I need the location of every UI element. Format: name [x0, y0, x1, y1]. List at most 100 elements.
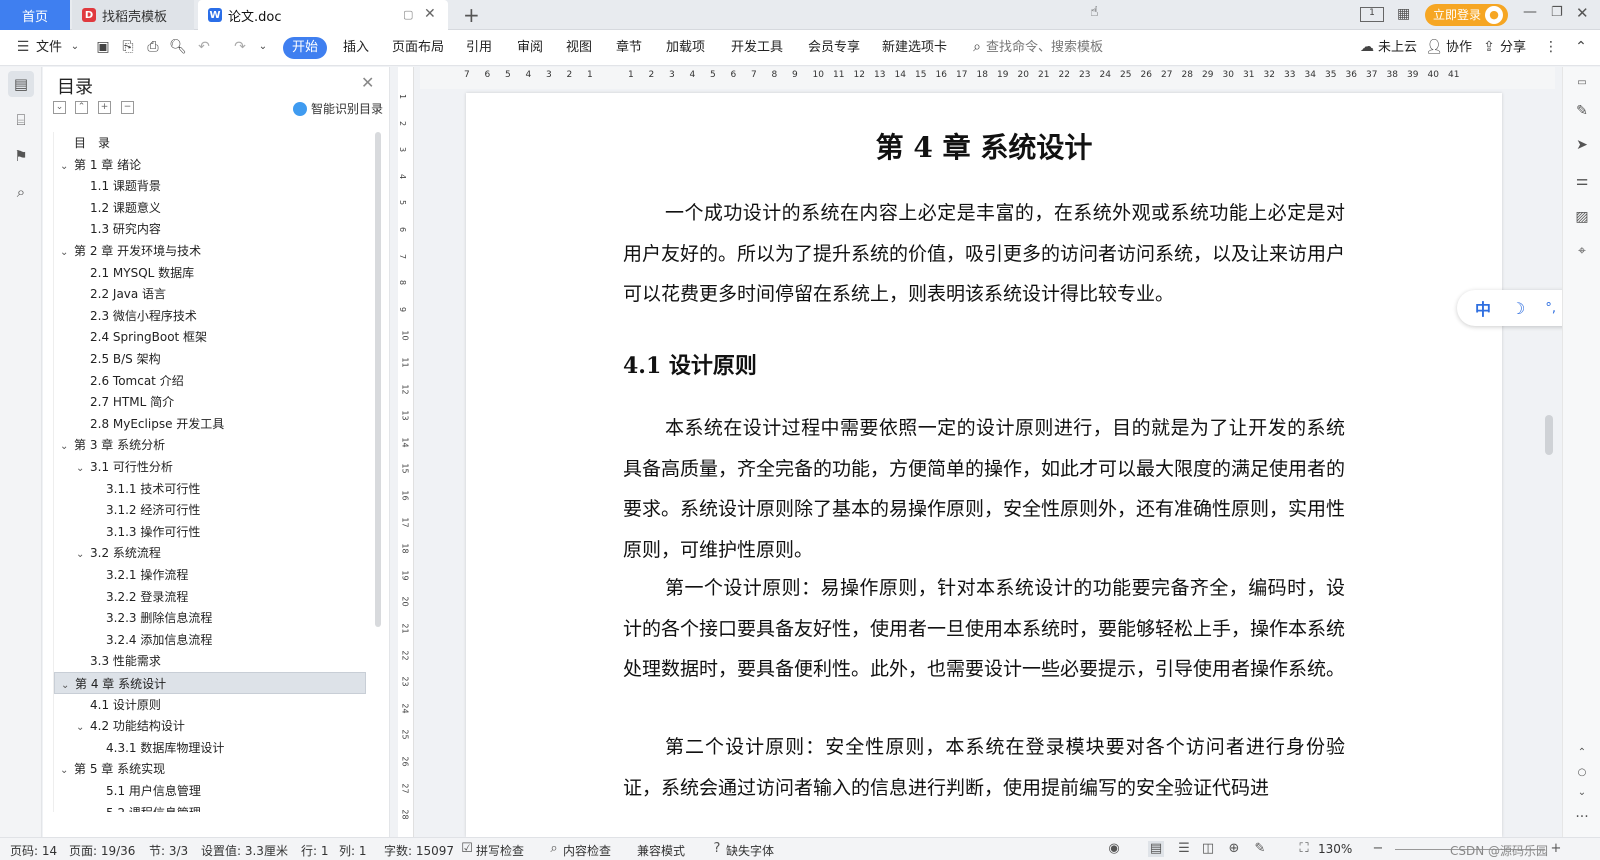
- toc-item[interactable]: 5.1 用户信息管理: [54, 780, 366, 802]
- toc-item[interactable]: ⌄ 第 1 章 绪论: [54, 154, 366, 176]
- menu-insert[interactable]: 插入: [343, 38, 369, 58]
- chevron-down-icon[interactable]: ⌄: [66, 38, 84, 56]
- bookmark-icon[interactable]: ⚑: [8, 143, 34, 169]
- toc-item[interactable]: 4.1 设计原则: [54, 694, 366, 716]
- toc-item[interactable]: 2.8 MyEclipse 开发工具: [54, 413, 366, 435]
- toc-item[interactable]: 1.3 研究内容: [54, 218, 366, 240]
- collab-button[interactable]: 协作: [1446, 38, 1472, 58]
- toc-item[interactable]: 3.2.3 删除信息流程: [54, 607, 366, 629]
- command-search-input[interactable]: 查找命令、搜索模板: [986, 38, 1103, 58]
- tab-document[interactable]: W 论文.doc ▢ ✕: [198, 0, 448, 30]
- save-icon[interactable]: ▣: [94, 38, 112, 56]
- image-tool-icon[interactable]: ▨: [1572, 207, 1592, 227]
- find-icon[interactable]: ⌕: [8, 179, 34, 205]
- toc-item[interactable]: 3.2.4 添加信息流程: [54, 629, 366, 651]
- pen-icon[interactable]: ✎: [1572, 101, 1592, 121]
- menu-chapter[interactable]: 章节: [616, 38, 642, 58]
- page-down-icon[interactable]: ⌄: [1572, 783, 1592, 803]
- toc-item[interactable]: 2.4 SpringBoot 框架: [54, 326, 366, 348]
- toc-item[interactable]: ⌄ 第 5 章 系统实现: [54, 758, 366, 780]
- toc-item[interactable]: ⌄ 第 2 章 开发环境与技术: [54, 240, 366, 262]
- redo-icon[interactable]: ↷: [231, 38, 249, 56]
- toc-item[interactable]: ⌄ 3.1 可行性分析: [54, 456, 366, 478]
- collapse-all-icon[interactable]: ⌄: [53, 101, 66, 114]
- toc-item[interactable]: ⌄ 3.2 系统流程: [54, 542, 366, 564]
- toc-item[interactable]: 3.2.1 操作流程: [54, 564, 366, 586]
- toc-item[interactable]: 3.3 性能需求: [54, 650, 366, 672]
- toc-item[interactable]: 2.5 B/S 架构: [54, 348, 366, 370]
- outline-view-icon[interactable]: ☰: [1176, 841, 1192, 857]
- read-view-icon[interactable]: ◫: [1200, 841, 1216, 857]
- adjust-icon[interactable]: ⚌: [1572, 171, 1592, 191]
- zoom-level[interactable]: 130%: [1318, 842, 1352, 856]
- print-icon[interactable]: ⎙: [144, 38, 162, 56]
- hamburger-icon[interactable]: ☰: [14, 38, 32, 56]
- toc-item[interactable]: 1.2 课题意义: [54, 197, 366, 219]
- status-word-count[interactable]: 字数: 15097: [384, 842, 454, 859]
- tab-templates[interactable]: D 找稻壳模板: [72, 0, 194, 30]
- more-options-icon[interactable]: ⋮: [1542, 38, 1560, 56]
- menu-vip[interactable]: 会员专享: [808, 38, 860, 58]
- toc-panel-icon[interactable]: ▤: [8, 71, 34, 97]
- login-button[interactable]: 立即登录 ●: [1425, 4, 1508, 26]
- toc-item[interactable]: 2.6 Tomcat 介绍: [54, 370, 366, 392]
- remove-heading-icon[interactable]: −: [121, 101, 134, 114]
- new-tab-icon[interactable]: +: [463, 3, 480, 27]
- export-icon[interactable]: ⎘: [119, 38, 137, 56]
- toc-item[interactable]: 3.1.2 经济可行性: [54, 499, 366, 521]
- page-view-icon[interactable]: ▤: [1148, 841, 1164, 857]
- toc-item[interactable]: 3.1.1 技术可行性: [54, 478, 366, 500]
- menu-start[interactable]: 开始: [283, 37, 327, 59]
- missing-font-button[interactable]: 缺失字体: [726, 842, 774, 859]
- zoom-out-icon[interactable]: −: [1370, 841, 1386, 857]
- close-window-icon[interactable]: ✕: [1576, 4, 1589, 22]
- tab-home[interactable]: 首页: [0, 0, 70, 30]
- menu-file[interactable]: 文件: [36, 38, 62, 58]
- toc-item[interactable]: 目 录: [54, 132, 366, 154]
- toc-item[interactable]: 2.1 MYSQL 数据库: [54, 262, 366, 284]
- eye-protection-icon[interactable]: ◉: [1106, 841, 1122, 857]
- menu-references[interactable]: 引用: [466, 38, 492, 58]
- quick-access-dropdown-icon[interactable]: ⌄: [254, 38, 272, 56]
- location-icon[interactable]: ⌖: [1572, 241, 1592, 261]
- toc-item[interactable]: 2.2 Java 语言: [54, 283, 366, 305]
- share-button[interactable]: 分享: [1500, 38, 1526, 58]
- toc-item[interactable]: 1.1 课题背景: [54, 175, 366, 197]
- toc-item[interactable]: 2.3 微信小程序技术: [54, 305, 366, 327]
- close-icon[interactable]: ✕: [361, 73, 374, 92]
- select-icon[interactable]: ➤: [1572, 135, 1592, 155]
- maximize-icon[interactable]: ❐: [1551, 5, 1563, 20]
- add-heading-icon[interactable]: +: [98, 101, 111, 114]
- menu-developer[interactable]: 开发工具: [731, 38, 783, 58]
- status-page-code[interactable]: 页码: 14: [10, 842, 57, 859]
- close-tab-icon[interactable]: ✕: [424, 6, 436, 22]
- toc-item[interactable]: ⌄ 第 4 章 系统设计: [54, 672, 366, 694]
- toc-item[interactable]: 3.2.2 登录流程: [54, 586, 366, 608]
- status-setting[interactable]: 设置值: 3.3厘米: [201, 842, 288, 859]
- page-up-icon[interactable]: ⌃: [1572, 743, 1592, 763]
- apps-grid-icon[interactable]: ▦: [1397, 6, 1410, 22]
- zoom-in-icon[interactable]: +: [1548, 841, 1564, 857]
- menu-view[interactable]: 视图: [566, 38, 592, 58]
- toc-scrollbar[interactable]: [375, 132, 381, 627]
- status-page[interactable]: 页面: 19/36: [69, 842, 135, 859]
- collapse-ribbon-icon[interactable]: ⌃: [1572, 38, 1590, 56]
- fit-page-icon[interactable]: ⛶: [1296, 841, 1312, 857]
- expand-all-icon[interactable]: ⌃: [75, 101, 88, 114]
- toc-item[interactable]: 5.2 课程信息管理: [54, 802, 366, 812]
- undo-icon[interactable]: ↶: [195, 38, 213, 56]
- menu-addins[interactable]: 加载项: [666, 38, 705, 58]
- menu-page-layout[interactable]: 页面布局: [392, 38, 444, 58]
- toc-item[interactable]: ⌄ 第 3 章 系统分析: [54, 434, 366, 456]
- cloud-status[interactable]: 未上云: [1378, 38, 1417, 58]
- minimize-icon[interactable]: —: [1523, 4, 1537, 20]
- tab-window-icon[interactable]: ▢: [403, 8, 413, 21]
- status-section[interactable]: 节: 3/3: [149, 842, 188, 859]
- print-preview-icon[interactable]: 🔍︎: [169, 38, 187, 56]
- spellcheck-button[interactable]: 拼写检查: [476, 842, 524, 859]
- menu-review[interactable]: 审阅: [517, 38, 543, 58]
- more-tools-icon[interactable]: ···: [1572, 807, 1592, 827]
- page-select-icon[interactable]: ○: [1572, 763, 1592, 783]
- menu-new-tab[interactable]: 新建选项卡: [882, 38, 947, 58]
- toc-item[interactable]: 4.3.1 数据库物理设计: [54, 737, 366, 759]
